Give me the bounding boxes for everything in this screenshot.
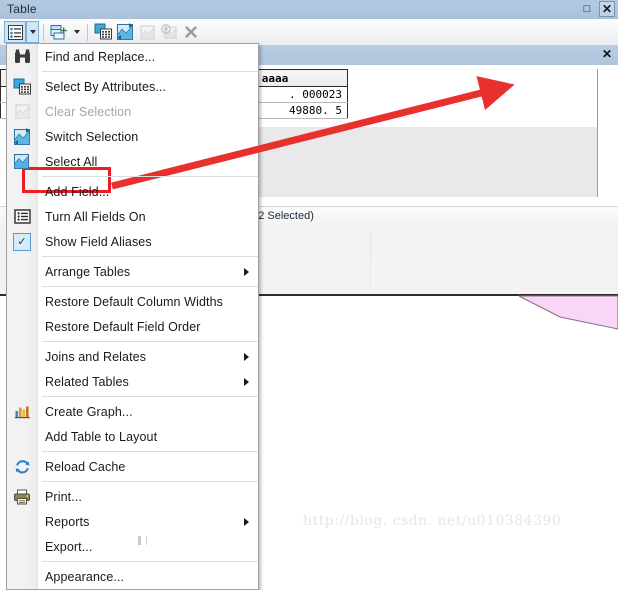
toolbar-separator bbox=[43, 23, 44, 41]
select-by-attributes-icon[interactable] bbox=[92, 21, 114, 43]
menu-item-restore-default-column-widths[interactable]: Restore Default Column Widths bbox=[7, 289, 258, 314]
menu-item-label: Reload Cache bbox=[45, 459, 126, 474]
related-tables-dropdown-icon[interactable] bbox=[70, 21, 83, 43]
switch-selection-icon bbox=[12, 127, 32, 147]
menu-item-label: Joins and Relates bbox=[45, 349, 147, 364]
related-tables-icon[interactable] bbox=[48, 21, 70, 43]
menu-item-show-field-aliases[interactable]: ✓ Show Field Aliases bbox=[7, 229, 258, 254]
menu-item-turn-all-fields-on[interactable]: Turn All Fields On bbox=[7, 204, 258, 229]
menu-item-select-by-attributes[interactable]: Select By Attributes... bbox=[7, 74, 258, 99]
menu-item-switch-selection[interactable]: Switch Selection bbox=[7, 124, 258, 149]
grid-empty-area bbox=[250, 127, 598, 197]
menu-item-appearance[interactable]: Appearance... bbox=[7, 564, 258, 589]
menu-item-label: Add Table to Layout bbox=[45, 429, 158, 444]
tab-close-icon[interactable]: ✕ bbox=[602, 47, 612, 61]
bar-chart-icon bbox=[12, 402, 32, 422]
menu-item-export[interactable]: Export... bbox=[7, 534, 258, 559]
menu-item-related-tables[interactable]: Related Tables bbox=[7, 369, 258, 394]
delete-icon bbox=[180, 21, 202, 43]
zoom-in-icon bbox=[158, 21, 180, 43]
menu-separator bbox=[42, 176, 258, 177]
menu-separator bbox=[42, 71, 258, 72]
clear-selection-icon bbox=[12, 102, 32, 122]
reload-icon bbox=[12, 457, 32, 477]
table-toolbar bbox=[0, 19, 618, 46]
menu-item-label: Clear Selection bbox=[45, 104, 132, 119]
chevron-down-icon bbox=[29, 30, 36, 34]
menu-item-arrange-tables[interactable]: Arrange Tables bbox=[7, 259, 258, 284]
table-window: Table □ ✕ ✕ aaaa . 000023 49880. 5 of 2 … bbox=[0, 0, 618, 590]
menu-item-label: Switch Selection bbox=[45, 129, 139, 144]
watermark-text: http://blog. csdn. net/u010384390 bbox=[303, 513, 562, 529]
menu-item-label: Turn All Fields On bbox=[45, 209, 146, 224]
menu-item-label: Related Tables bbox=[45, 374, 129, 389]
menu-item-joins-and-relates[interactable]: Joins and Relates bbox=[7, 344, 258, 369]
menu-item-label: Add Field... bbox=[45, 184, 110, 199]
window-controls: □ ✕ bbox=[580, 1, 615, 17]
submenu-arrow-icon bbox=[244, 267, 249, 276]
menu-item-label: Select By Attributes... bbox=[45, 79, 167, 94]
menu-item-label: Show Field Aliases bbox=[45, 234, 152, 249]
chevron-down-icon bbox=[73, 30, 80, 34]
menu-item-label: Restore Default Column Widths bbox=[45, 294, 223, 309]
menu-item-label: Print... bbox=[45, 489, 82, 504]
checkbox-checked-icon: ✓ bbox=[12, 232, 32, 252]
menu-item-select-all[interactable]: Select All bbox=[7, 149, 258, 174]
menu-item-label: Arrange Tables bbox=[45, 264, 131, 279]
close-icon[interactable]: ✕ bbox=[599, 1, 615, 17]
related-tables-group bbox=[48, 21, 83, 43]
menu-separator bbox=[42, 286, 258, 287]
select-all-icon bbox=[12, 152, 32, 172]
table-options-context-menu: Find and Replace... Select By Attributes… bbox=[6, 43, 259, 590]
submenu-arrow-icon bbox=[244, 517, 249, 526]
check-mark-icon: ✓ bbox=[13, 232, 31, 251]
menu-separator bbox=[42, 256, 258, 257]
printer-icon bbox=[12, 487, 32, 507]
menu-item-label: Find and Replace... bbox=[45, 49, 156, 64]
menu-separator bbox=[42, 481, 258, 482]
menu-separator bbox=[42, 561, 258, 562]
submenu-arrow-icon bbox=[244, 377, 249, 386]
menu-item-label: Restore Default Field Order bbox=[45, 319, 201, 334]
menu-item-add-table-to-layout[interactable]: Add Table to Layout bbox=[7, 424, 258, 449]
zoom-to-selected-icon bbox=[136, 21, 158, 43]
menu-item-clear-selection: Clear Selection bbox=[7, 99, 258, 124]
window-title: Table bbox=[7, 2, 37, 16]
panel-divider bbox=[370, 228, 371, 262]
menu-item-print[interactable]: Print... bbox=[7, 484, 258, 509]
menu-item-label: Create Graph... bbox=[45, 404, 133, 419]
menu-item-label: Appearance... bbox=[45, 569, 125, 584]
menu-item-reload-cache[interactable]: Reload Cache bbox=[7, 454, 258, 479]
menu-item-restore-default-field-order[interactable]: Restore Default Field Order bbox=[7, 314, 258, 339]
menu-separator bbox=[42, 451, 258, 452]
menu-item-create-graph[interactable]: Create Graph... bbox=[7, 399, 258, 424]
menu-item-label: Select All bbox=[45, 154, 98, 169]
menu-separator bbox=[42, 341, 258, 342]
submenu-arrow-icon bbox=[244, 352, 249, 361]
menu-item-find-and-replace[interactable]: Find and Replace... bbox=[7, 44, 258, 69]
toolbar-separator bbox=[87, 23, 88, 41]
table-options-icon[interactable] bbox=[4, 21, 26, 43]
select-by-attributes-icon bbox=[12, 77, 32, 97]
menu-item-label: Export... bbox=[45, 539, 93, 554]
menu-item-reports[interactable]: Reports bbox=[7, 509, 258, 534]
title-bar: Table □ ✕ bbox=[0, 0, 618, 20]
table-options-dropdown-icon[interactable] bbox=[26, 21, 39, 43]
switch-selection-icon[interactable] bbox=[114, 21, 136, 43]
table-options-group bbox=[4, 21, 39, 43]
turn-all-fields-on-icon bbox=[12, 207, 32, 227]
binoculars-icon bbox=[12, 47, 32, 67]
menu-item-add-field[interactable]: Add Field... bbox=[7, 179, 258, 204]
menu-separator bbox=[42, 396, 258, 397]
restore-icon[interactable]: □ bbox=[580, 2, 594, 16]
menu-item-label: Reports bbox=[45, 514, 90, 529]
